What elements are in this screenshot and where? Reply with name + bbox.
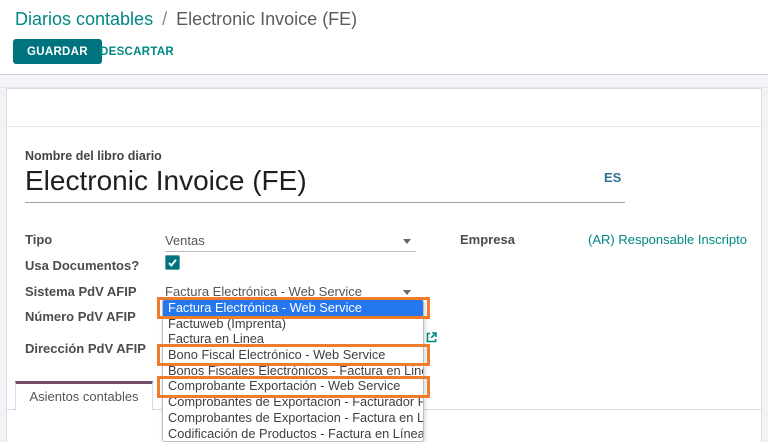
sistema-pdv-dropdown-menu: Factura Electrónica - Web Service Factuw…	[162, 299, 424, 442]
sheet-header-divider	[6, 126, 762, 127]
translate-badge[interactable]: ES	[604, 170, 621, 185]
breadcrumb: Diarios contables / Electronic Invoice (…	[15, 9, 357, 30]
discard-button[interactable]: DESCARTAR	[94, 39, 180, 64]
tipo-select[interactable]: Ventas	[165, 231, 416, 252]
sistema-pdv-label: Sistema PdV AFIP	[25, 284, 137, 299]
empresa-label: Empresa	[460, 232, 515, 247]
menu-item[interactable]: Bono Fiscal Electrónico - Web Service	[163, 347, 423, 363]
chevron-down-icon	[403, 290, 411, 295]
sistema-pdv-value: Factura Electrónica - Web Service	[165, 284, 362, 299]
save-button[interactable]: GUARDAR	[13, 39, 102, 64]
menu-item[interactable]: Factura Electrónica - Web Service	[163, 300, 423, 316]
breadcrumb-separator: /	[158, 9, 171, 29]
menu-item[interactable]: Factuweb (Imprenta)	[163, 316, 423, 332]
menu-item[interactable]: Comprobantes de Exportacion - Facturador…	[163, 394, 423, 410]
menu-item[interactable]: Bonos Fiscales Electrónicos - Factura en…	[163, 363, 423, 379]
breadcrumb-parent-link[interactable]: Diarios contables	[15, 9, 153, 29]
usa-documentos-checkbox[interactable]	[165, 255, 180, 270]
checkmark-icon	[167, 257, 178, 268]
menu-item[interactable]: Comprobantes de Exportacion - Factura en…	[163, 410, 423, 426]
direccion-pdv-label: Dirección PdV AFIP	[25, 341, 146, 356]
tipo-value: Ventas	[165, 233, 205, 248]
numero-pdv-label: Número PdV AFIP	[25, 309, 136, 324]
chevron-down-icon	[403, 239, 411, 244]
breadcrumb-current: Electronic Invoice (FE)	[176, 9, 357, 29]
external-link-icon[interactable]	[425, 331, 438, 344]
odoo-journal-form-page: Diarios contables / Electronic Invoice (…	[0, 0, 768, 442]
journal-name-input[interactable]: Electronic Invoice (FE)	[25, 163, 625, 203]
tab-asientos-contables[interactable]: Asientos contables	[15, 381, 153, 410]
menu-item[interactable]: Comprobante Exportación - Web Service	[163, 378, 423, 394]
journal-name-label: Nombre del libro diario	[25, 149, 162, 163]
header-separator-band	[0, 74, 768, 88]
menu-item[interactable]: Codificación de Productos - Factura en L…	[163, 426, 423, 442]
menu-item[interactable]: Factura en Linea	[163, 331, 423, 347]
usa-documentos-label: Usa Documentos?	[25, 258, 139, 273]
tipo-label: Tipo	[25, 232, 52, 247]
empresa-link[interactable]: (AR) Responsable Inscripto	[588, 232, 747, 247]
